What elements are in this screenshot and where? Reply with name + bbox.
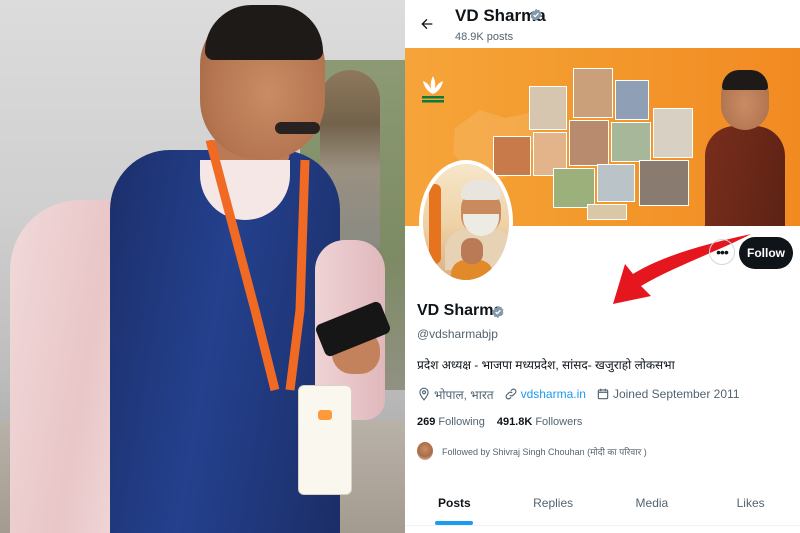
badge-logo — [318, 410, 332, 420]
active-tab-indicator — [435, 521, 474, 525]
following-count: 269 — [417, 416, 436, 428]
tab-label: Replies — [533, 495, 574, 510]
followers-count: 491.8K — [496, 416, 533, 428]
more-horizontal-icon: ••• — [716, 244, 729, 260]
lanyard — [205, 140, 310, 392]
location-pin-icon — [417, 387, 431, 401]
followers-link[interactable]: 491.8K Followers — [497, 416, 583, 428]
tab-replies[interactable]: Replies — [504, 480, 603, 525]
profile-website-link[interactable]: vdsharma.in — [521, 387, 586, 401]
tab-label: Media — [635, 495, 669, 510]
profile-meta: भोपाल, भारत vdsharma.in Joined September… — [417, 385, 740, 403]
followed-by-text: Followed by Shivraj Singh Chouhan (मोदी … — [442, 446, 647, 457]
tab-likes[interactable]: Likes — [701, 480, 800, 525]
follow-button[interactable]: Follow — [739, 237, 793, 269]
arrow-left-icon[interactable] — [415, 12, 439, 36]
lotus-logo-icon — [422, 76, 444, 103]
verified-badge-icon — [492, 305, 504, 319]
profile-name: VD Sharma — [417, 302, 503, 319]
followers-label: Followers — [535, 416, 583, 428]
tab-label: Posts — [438, 495, 471, 510]
follow-stats: 269 Following 491.8K Followers — [417, 416, 582, 428]
profile-bio: प्रदेश अध्यक्ष - भाजपा मध्यप्रदेश, सांसद… — [417, 358, 675, 372]
mustache — [275, 122, 320, 134]
profile-avatar[interactable] — [419, 160, 513, 284]
profile-tabs: Posts Replies Media Likes — [405, 480, 800, 526]
followed-by-link[interactable]: Followed by Shivraj Singh Chouhan (मोदी … — [417, 441, 647, 461]
tab-posts[interactable]: Posts — [405, 480, 504, 525]
following-link[interactable]: 269 Following — [417, 416, 485, 428]
profile-panel: VD Sharma 48.9K posts ••• Follow VD Shar… — [405, 0, 800, 533]
profile-header-bar: VD Sharma 48.9K posts — [405, 0, 800, 48]
id-badge — [298, 385, 352, 495]
calendar-icon — [596, 387, 610, 401]
red-annotation-arrow — [613, 234, 751, 304]
verified-badge-icon — [530, 8, 542, 22]
link-icon — [504, 387, 518, 401]
more-options-button[interactable]: ••• — [709, 239, 735, 265]
profile-location: भोपाल, भारत — [434, 387, 494, 402]
tab-media[interactable]: Media — [603, 480, 702, 525]
photo-collage — [493, 68, 693, 220]
tab-label: Likes — [736, 495, 765, 510]
hair — [205, 5, 323, 60]
following-label: Following — [438, 416, 485, 428]
header-post-count: 48.9K posts — [455, 31, 514, 43]
profile-handle: @vdsharmabjp — [417, 327, 498, 341]
banner-portrait — [705, 70, 785, 226]
profile-joined-date: Joined September 2011 — [612, 387, 740, 401]
person-photo — [0, 0, 405, 533]
follower-avatar — [417, 442, 433, 460]
